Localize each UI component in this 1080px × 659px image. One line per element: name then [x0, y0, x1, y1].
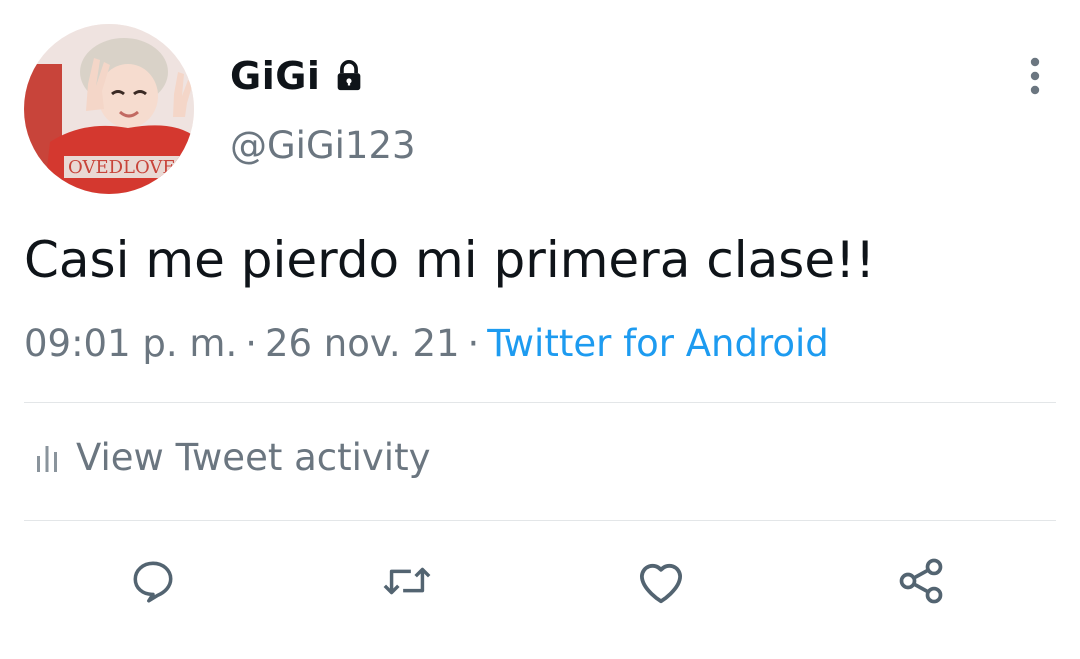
tweet-meta: 09:01 p. m. · 26 nov. 21 · Twitter for Andro…	[24, 322, 829, 365]
like-button[interactable]	[634, 554, 688, 608]
avatar[interactable]: OVEDLOVE	[24, 24, 194, 194]
profile-photo: OVEDLOVE	[24, 24, 194, 194]
display-name[interactable]: GiGi	[230, 54, 366, 98]
divider	[24, 520, 1056, 521]
lock-icon	[332, 59, 366, 93]
share-button[interactable]	[894, 554, 948, 608]
view-tweet-activity-button[interactable]: View Tweet activity	[34, 436, 430, 479]
bar-chart-icon	[37, 445, 57, 472]
reply-icon	[133, 561, 173, 603]
retweet-button[interactable]	[380, 554, 434, 608]
share-icon	[899, 558, 943, 604]
separator: ·	[467, 322, 480, 365]
view-tweet-activity-label: View Tweet activity	[76, 436, 431, 479]
username[interactable]: @GiGi123	[230, 124, 416, 167]
tweet-text: Casi me pierdo mi primera clase!!	[24, 231, 876, 289]
tweet-source-link[interactable]: Twitter for Android	[487, 322, 828, 365]
divider	[24, 402, 1056, 403]
more-vertical-icon	[1030, 57, 1040, 95]
tweet-time: 09:01 p. m.	[24, 322, 238, 365]
reply-button[interactable]	[126, 554, 180, 608]
more-options-button[interactable]	[1014, 54, 1056, 98]
separator: ·	[245, 322, 257, 365]
tweet-date: 26 nov. 21	[264, 322, 460, 365]
display-name-text: GiGi	[230, 54, 321, 98]
svg-text:OVEDLOVE: OVEDLOVE	[68, 157, 176, 178]
heart-icon	[639, 563, 683, 604]
retweet-icon	[383, 567, 431, 595]
